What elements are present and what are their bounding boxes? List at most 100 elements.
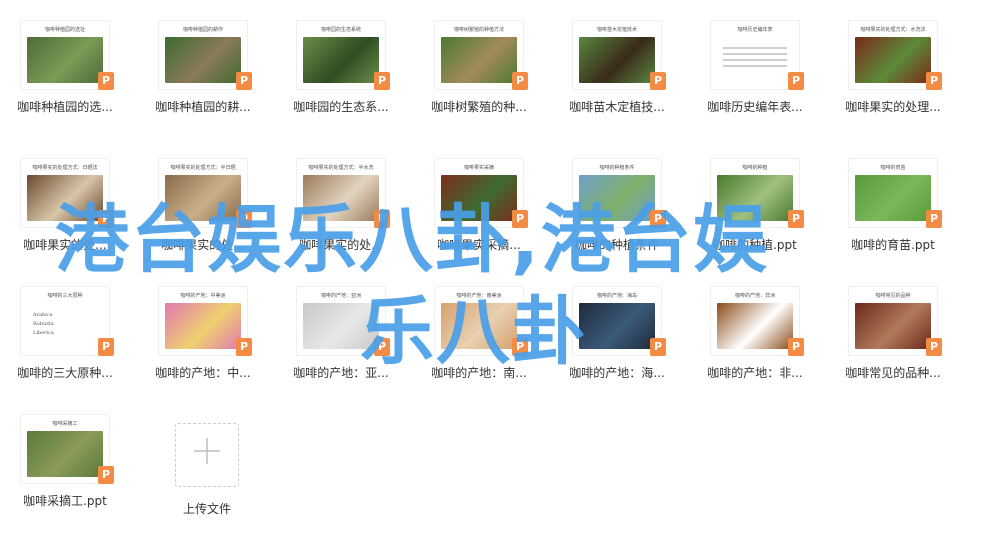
powerpoint-icon: P — [926, 338, 942, 356]
powerpoint-icon: P — [374, 72, 390, 90]
file-tile[interactable]: 咖啡苗木定植技术 P 咖啡苗木定植技... — [552, 10, 682, 130]
file-thumbnail[interactable]: 咖啡的三大原种 Arabica Robusta Liberica — [20, 286, 110, 356]
file-thumbnail[interactable]: 咖啡的种植 — [710, 158, 800, 228]
thumbnail-title: 咖啡果实的处理方式：水洗法 — [860, 27, 926, 33]
file-tile[interactable]: 咖啡园的生态系统 P 咖啡园的生态系... — [276, 10, 406, 130]
file-tile[interactable]: 咖啡果实的处理方式：日晒法 P 咖啡果实的处... — [0, 148, 130, 268]
thumbnail-title: 咖啡的育苗 — [880, 165, 906, 171]
file-name[interactable]: 咖啡种植园的耕... — [138, 98, 268, 115]
file-thumbnail[interactable]: 咖啡种植园的选址 — [20, 20, 110, 90]
file-tile[interactable]: 咖啡的产地：亚洲 P 咖啡的产地：亚... — [276, 276, 406, 396]
file-name[interactable]: 咖啡果实的处... — [138, 236, 268, 253]
file-name[interactable]: 咖啡的产地：亚... — [276, 364, 406, 381]
file-tile[interactable]: 咖啡的产地：非洲 P 咖啡的产地：非... — [690, 276, 820, 396]
file-name[interactable]: 咖啡树繁殖的种... — [414, 98, 544, 115]
file-name[interactable]: 咖啡采摘工.ppt — [0, 492, 130, 509]
file-tile[interactable]: 咖啡果实采摘 P 咖啡果实采摘... — [414, 148, 544, 268]
thumbnail-title: 咖啡采摘工 — [52, 421, 78, 427]
file-tile[interactable]: 咖啡采摘工 P 咖啡采摘工.ppt — [0, 404, 130, 524]
file-thumbnail[interactable]: 咖啡果实的处理方式：日晒法 — [20, 158, 110, 228]
file-name[interactable]: 咖啡的三大原种... — [0, 364, 130, 381]
file-name[interactable]: 咖啡的育苗.ppt — [828, 236, 958, 253]
file-thumbnail[interactable]: 咖啡采摘工 — [20, 414, 110, 484]
thumbnail-image — [579, 175, 655, 221]
file-tile[interactable]: 咖啡的种植 P 咖啡的种植.ppt — [690, 148, 820, 268]
file-thumbnail[interactable]: 咖啡历史编年表 — [710, 20, 800, 90]
thumbnail-image — [855, 303, 931, 349]
file-tile[interactable]: 咖啡的产地：南美洲 P 咖啡的产地：南... — [414, 276, 544, 396]
thumbnail-title: 咖啡历史编年表 — [737, 27, 773, 33]
thumbnail-text-item: Arabica — [33, 312, 53, 318]
file-thumbnail[interactable]: 咖啡园的生态系统 — [296, 20, 386, 90]
file-thumbnail[interactable]: 咖啡果实采摘 — [434, 158, 524, 228]
file-thumbnail[interactable]: 咖啡的产地：南美洲 — [434, 286, 524, 356]
file-thumbnail[interactable]: 咖啡苗木定植技术 — [572, 20, 662, 90]
powerpoint-icon: P — [98, 72, 114, 90]
thumbnail-image — [441, 303, 517, 349]
file-name[interactable]: 咖啡的种植条件 — [552, 236, 682, 253]
thumbnail-image — [27, 37, 103, 83]
file-name[interactable]: 咖啡园的生态系... — [276, 98, 406, 115]
file-name[interactable]: 咖啡的产地：非... — [690, 364, 820, 381]
thumbnail-image — [441, 37, 517, 83]
file-thumbnail[interactable]: 咖啡的产地：非洲 — [710, 286, 800, 356]
powerpoint-icon: P — [374, 338, 390, 356]
file-thumbnail[interactable]: 咖啡果实的处理方式：水洗法 — [848, 20, 938, 90]
file-thumbnail[interactable]: 咖啡种植园的耕作 — [158, 20, 248, 90]
file-name[interactable]: 咖啡常见的品种... — [828, 364, 958, 381]
thumbnail-title: 咖啡种植园的耕作 — [182, 27, 223, 33]
thumbnail-title: 咖啡的产地：亚洲 — [320, 293, 361, 299]
file-thumbnail[interactable]: 咖啡的产地：海岛 — [572, 286, 662, 356]
thumbnail-image — [165, 37, 241, 83]
upload-button[interactable] — [175, 423, 239, 487]
file-tile[interactable]: 咖啡的三大原种 Arabica Robusta Liberica P 咖啡的三大原种... — [0, 276, 130, 396]
powerpoint-icon: P — [926, 72, 942, 90]
file-name[interactable]: 咖啡果实的处... — [276, 236, 406, 253]
powerpoint-icon: P — [512, 72, 528, 90]
thumbnail-text-lines — [723, 43, 787, 71]
file-name[interactable]: 咖啡历史编年表... — [690, 98, 820, 115]
file-tile[interactable]: 咖啡的种植条件 P 咖啡的种植条件 — [552, 148, 682, 268]
upload-label: 上传文件 — [182, 502, 231, 516]
file-name[interactable]: 咖啡种植园的选... — [0, 98, 130, 115]
file-thumbnail[interactable]: 咖啡的产地：中美洲 — [158, 286, 248, 356]
thumbnail-title: 咖啡果实的处理方式：日晒法 — [32, 165, 98, 171]
file-tile[interactable]: 咖啡的产地：中美洲 P 咖啡的产地：中... — [138, 276, 268, 396]
file-tile[interactable]: 咖啡的育苗 P 咖啡的育苗.ppt — [828, 148, 958, 268]
thumbnail-title: 咖啡果实的处理方式：半日晒 — [170, 165, 236, 171]
file-tile[interactable]: 咖啡种植园的耕作 P 咖啡种植园的耕... — [138, 10, 268, 130]
thumbnail-title: 咖啡的种植条件 — [599, 165, 635, 171]
file-tile[interactable]: 咖啡树繁殖的种植方法 P 咖啡树繁殖的种... — [414, 10, 544, 130]
file-grid: 咖啡种植园的选址 P 咖啡种植园的选... 咖啡种植园的耕作 P 咖啡种植园的耕... 咖啡… — [0, 0, 990, 537]
powerpoint-icon: P — [788, 72, 804, 90]
thumbnail-title: 咖啡的产地：中美洲 — [180, 293, 226, 299]
file-thumbnail[interactable]: 咖啡的种植条件 — [572, 158, 662, 228]
file-tile[interactable]: 咖啡果实的处理方式：半水洗 P 咖啡果实的处... — [276, 148, 406, 268]
file-tile[interactable]: 咖啡种植园的选址 P 咖啡种植园的选... — [0, 10, 130, 130]
file-tile[interactable]: 咖啡的产地：海岛 P 咖啡的产地：海... — [552, 276, 682, 396]
file-thumbnail[interactable]: 咖啡的产地：亚洲 — [296, 286, 386, 356]
file-thumbnail[interactable]: 咖啡果实的处理方式：半日晒 — [158, 158, 248, 228]
file-name[interactable]: 咖啡果实采摘... — [414, 236, 544, 253]
file-tile[interactable]: 咖啡历史编年表 P 咖啡历史编年表... — [690, 10, 820, 130]
file-name[interactable]: 咖啡果实的处... — [0, 236, 130, 253]
thumbnail-image — [717, 303, 793, 349]
file-thumbnail[interactable]: 咖啡的育苗 — [848, 158, 938, 228]
file-tile[interactable]: 咖啡果实的处理方式：半日晒 P 咖啡果实的处... — [138, 148, 268, 268]
thumbnail-title: 咖啡的产地：非洲 — [734, 293, 775, 299]
file-name[interactable]: 咖啡的种植.ppt — [690, 236, 820, 253]
file-name[interactable]: 咖啡的产地：中... — [138, 364, 268, 381]
thumbnail-title: 咖啡的产地：海岛 — [596, 293, 637, 299]
thumbnail-text-item: Robusta — [33, 321, 54, 327]
file-thumbnail[interactable]: 咖啡常见的品种 — [848, 286, 938, 356]
file-tile[interactable]: 咖啡果实的处理方式：水洗法 P 咖啡果实的处理... — [828, 10, 958, 130]
file-thumbnail[interactable]: 咖啡树繁殖的种植方法 — [434, 20, 524, 90]
file-name[interactable]: 咖啡的产地：海... — [552, 364, 682, 381]
thumbnail-image — [303, 303, 379, 349]
file-tile[interactable]: 咖啡常见的品种 P 咖啡常见的品种... — [828, 276, 958, 396]
file-name[interactable]: 咖啡果实的处理... — [828, 98, 958, 115]
file-thumbnail[interactable]: 咖啡果实的处理方式：半水洗 — [296, 158, 386, 228]
file-name[interactable]: 咖啡的产地：南... — [414, 364, 544, 381]
file-name[interactable]: 咖啡苗木定植技... — [552, 98, 682, 115]
thumbnail-text-list: Arabica Robusta Liberica — [33, 309, 97, 339]
